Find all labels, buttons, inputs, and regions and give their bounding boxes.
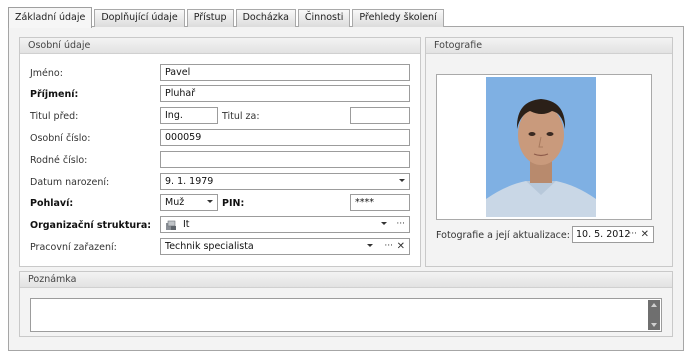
photo-date-value: 10. 5. 2012 xyxy=(576,229,631,240)
personal-data-body: Jméno: Pavel Příjmení: Pluhař Titul před… xyxy=(20,54,420,266)
pohlavi-label: Pohlaví: xyxy=(30,198,74,209)
titul-za-input[interactable] xyxy=(350,107,410,124)
tab-strip: Základní údaje Doplňující údaje Přístup … xyxy=(8,7,446,28)
prijmeni-label: Příjmení: xyxy=(30,89,79,100)
pin-input[interactable]: **** xyxy=(350,194,410,211)
browse-button[interactable]: ··· xyxy=(384,239,393,254)
note-header: Poznámka xyxy=(20,272,672,288)
tab-zakladni-udaje[interactable]: Základní údaje xyxy=(8,7,93,28)
tab-doplnujici-udaje[interactable]: Doplňující údaje xyxy=(94,9,185,27)
note-scrollbar[interactable] xyxy=(648,300,660,330)
osobni-cislo-label: Osobní číslo: xyxy=(30,133,91,144)
personal-data-group: Osobní údaje Jméno: Pavel Příjmení: Pluh… xyxy=(19,37,421,267)
photo-body: Fotografie a její aktualizace: 10. 5. 20… xyxy=(426,54,672,266)
browse-button[interactable]: ··· xyxy=(396,217,405,232)
jmeno-input[interactable]: Pavel xyxy=(160,64,410,81)
pohlavi-value: Muž xyxy=(165,197,185,208)
note-textarea[interactable] xyxy=(30,298,662,332)
photo-frame[interactable] xyxy=(436,74,652,220)
clear-icon[interactable]: ✕ xyxy=(397,239,405,254)
tab-cinnosti[interactable]: Činnosti xyxy=(297,9,351,27)
photo-update-label: Fotografie a její aktualizace: xyxy=(436,230,570,241)
personal-data-header: Osobní údaje xyxy=(20,38,420,54)
tab-prehledy-skoleni[interactable]: Přehledy školení xyxy=(352,9,444,27)
employee-photo xyxy=(486,77,596,217)
titul-pred-label: Titul před: xyxy=(30,111,79,122)
pracovni-zarazeni-label: Pracovní zařazení: xyxy=(30,242,117,253)
chevron-down-icon[interactable] xyxy=(399,179,405,182)
chevron-down-icon[interactable] xyxy=(381,222,387,225)
scroll-down-icon[interactable] xyxy=(651,323,657,327)
pin-label: PIN: xyxy=(222,198,245,209)
photo-date-field[interactable]: 10. 5. 2012 ··· ✕ xyxy=(572,226,654,243)
datum-narozeni-value: 9. 1. 1979 xyxy=(165,176,214,187)
rodne-cislo-input[interactable] xyxy=(160,151,410,168)
tab-panel: Osobní údaje Jméno: Pavel Příjmení: Pluh… xyxy=(8,26,684,351)
note-group: Poznámka xyxy=(19,271,673,337)
jmeno-label: Jméno: xyxy=(30,68,63,79)
org-struktura-select[interactable]: It ··· xyxy=(160,216,410,233)
osobni-cislo-input[interactable]: 000059 xyxy=(160,129,410,146)
org-struktura-value: It xyxy=(183,219,190,230)
titul-za-label: Titul za: xyxy=(222,111,260,122)
browse-button[interactable]: ··· xyxy=(628,227,637,242)
organization-icon xyxy=(165,220,177,232)
tab-dochazka[interactable]: Docházka xyxy=(235,9,296,27)
photo-group: Fotografie Fotografie a její aktualizace… xyxy=(425,37,673,267)
datum-narozeni-label: Datum narození: xyxy=(30,177,110,188)
note-body xyxy=(20,288,672,336)
datum-narozeni-picker[interactable]: 9. 1. 1979 xyxy=(160,173,410,190)
rodne-cislo-label: Rodné číslo: xyxy=(30,155,88,166)
clear-icon[interactable]: ✕ xyxy=(641,227,649,242)
photo-header: Fotografie xyxy=(426,38,672,54)
titul-pred-input[interactable]: Ing. xyxy=(160,107,218,124)
pracovni-zarazeni-value: Technik specialista xyxy=(165,241,254,252)
pohlavi-select[interactable]: Muž xyxy=(160,194,218,211)
scroll-up-icon[interactable] xyxy=(651,303,657,307)
chevron-down-icon[interactable] xyxy=(207,200,213,203)
org-struktura-label: Organizační struktura: xyxy=(30,220,152,231)
prijmeni-input[interactable]: Pluhař xyxy=(160,85,410,102)
chevron-down-icon[interactable] xyxy=(367,244,373,247)
pracovni-zarazeni-select[interactable]: Technik specialista ··· ✕ xyxy=(160,238,410,255)
tab-pristup[interactable]: Přístup xyxy=(186,9,234,27)
